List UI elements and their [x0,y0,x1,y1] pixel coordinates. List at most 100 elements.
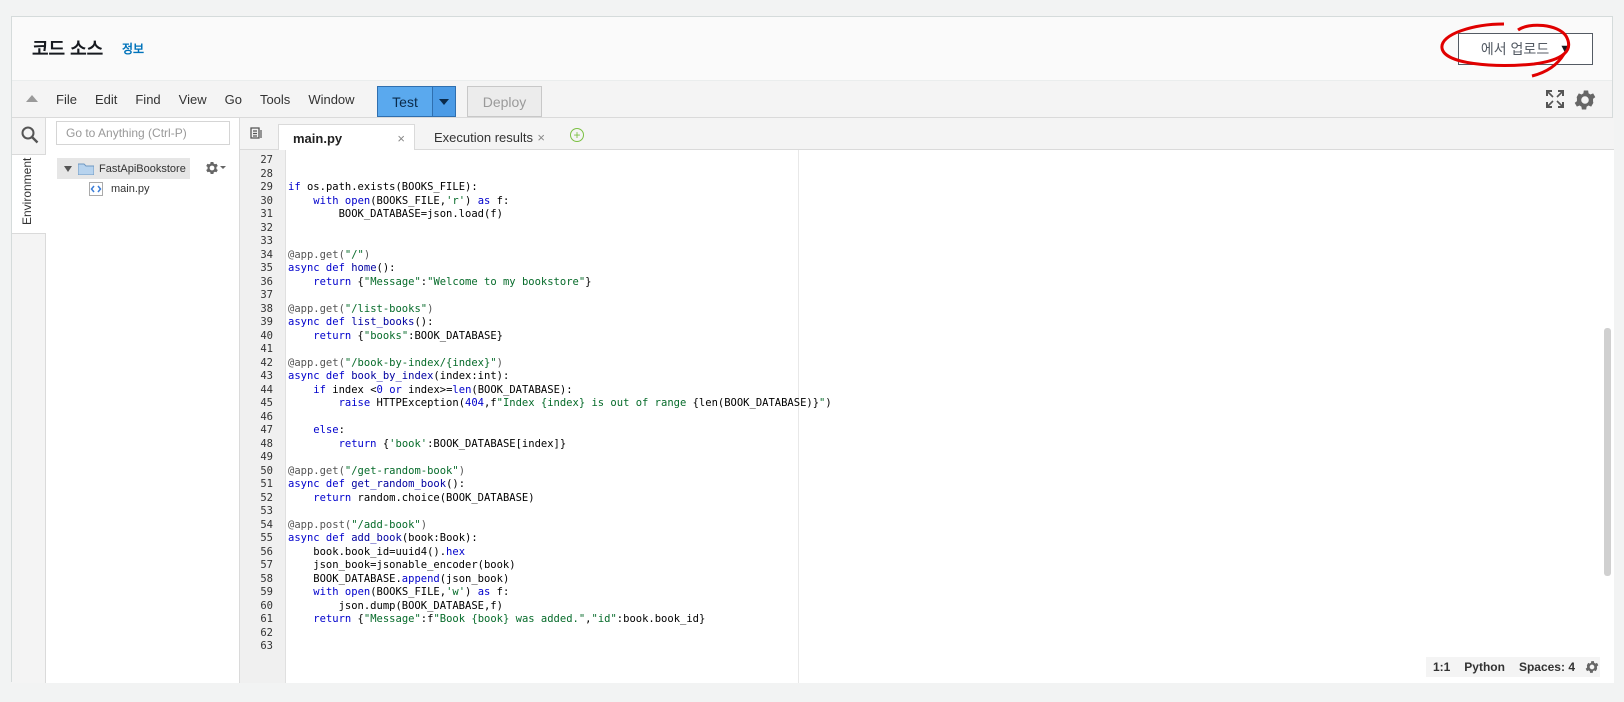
sidebar-strip: Environment [12,118,46,683]
line-number: 42 [260,356,273,369]
code-line[interactable]: 27 [260,154,832,168]
code-line[interactable]: 48 return {'book':BOOK_DATABASE[index]} [260,438,832,452]
code-line[interactable]: 37 [260,289,832,303]
code-token: os.path.exists(BOOKS_FILE): [300,181,478,193]
code-line[interactable]: 56 book.book_id=uuid4().hex [260,546,832,560]
code-token: as [477,194,491,207]
deploy-button[interactable]: Deploy [467,86,542,117]
code-line[interactable]: 32 [260,222,832,236]
vertical-scrollbar[interactable] [1604,328,1611,576]
code-line[interactable]: 41 [260,343,832,357]
menu-item-edit[interactable]: Edit [95,92,126,107]
line-number: 39 [260,316,273,328]
code-token: @app.post( [288,518,352,531]
code-line[interactable]: 51 async def get_random_book(): [260,478,832,492]
code-line[interactable]: 33 [260,235,832,249]
code-line[interactable]: 43 async def book_by_index(index:int): [260,370,832,384]
line-number: 51 [260,478,273,490]
code-line[interactable]: 40 return {"books":BOOK_DATABASE} [260,330,832,344]
code-line[interactable]: 59 with open(BOOKS_FILE,'w') as f: [260,586,832,600]
code-line[interactable]: 29 if os.path.exists(BOOKS_FILE): [260,181,832,195]
menu-item-find[interactable]: Find [135,92,169,107]
code-token: 404 [465,397,484,409]
code-line[interactable]: 44 if index <0 or index>=len(BOOK_DATABA… [260,384,832,398]
code-token: HTTPException( [370,397,466,409]
search-icon[interactable] [21,126,39,144]
code-line[interactable]: 30 with open(BOOKS_FILE,'r') as f: [260,194,832,209]
code-editor[interactable]: 27 28 29 if os.path.exists(BOOKS_FILE): 30 w… [240,150,1614,683]
code-token: list_books [351,316,415,328]
gear-icon[interactable] [1572,87,1598,113]
code-line[interactable]: 63 [260,640,832,654]
test-split-button: Test [377,86,456,117]
code-token: "id" [591,613,617,625]
file-tree-panel: FastApiBookstore main.py [46,118,240,683]
code-line[interactable]: 57 json_book=jsonable_encoder(book) [260,559,832,573]
fullscreen-icon[interactable] [1546,90,1564,108]
go-to-anything-input[interactable] [56,121,230,145]
menu-item-file[interactable]: File [56,92,86,107]
tab-main-py[interactable]: main.py × [278,124,415,151]
code-line[interactable]: 52 return random.choice(BOOK_DATABASE) [260,492,832,506]
code-line[interactable]: 38 @app.get("/list-books") [260,303,832,317]
code-line[interactable]: 35 async def home(): [260,262,832,276]
page-title: 코드 소스 [32,39,104,59]
code-line[interactable]: 53 [260,505,832,519]
language-mode[interactable]: Python [1457,660,1512,674]
code-line[interactable]: 28 [260,168,832,182]
tree-settings-gear-icon[interactable] [204,160,226,176]
environment-tab[interactable]: Environment [12,154,46,234]
tree-root-folder[interactable]: FastApiBookstore [57,158,190,179]
line-number: 49 [260,451,273,463]
line-number: 54 [260,518,273,531]
editor-tabbar: main.py × Execution results × + [240,118,1614,151]
code-token: (book:Book): [401,532,478,544]
info-link[interactable]: 정보 [122,40,144,57]
code-token: ) [420,518,428,531]
line-number: 59 [260,586,273,598]
code-line[interactable]: 50 @app.get("/get-random-book") [260,465,832,479]
tab-list-icon[interactable] [250,127,264,139]
menu-item-view[interactable]: View [179,92,216,107]
add-tab-icon[interactable]: + [570,128,584,142]
code-line[interactable]: 60 json.dump(BOOK_DATABASE,f) [260,600,832,614]
code-line[interactable]: 34 @app.get("/") [260,249,832,263]
tree-file-item[interactable]: main.py [89,182,150,196]
test-dropdown-button[interactable] [433,87,455,116]
code-line[interactable]: 58 BOOK_DATABASE.append(json_book) [260,573,832,587]
code-token: as [477,586,491,598]
expand-toggle-icon[interactable] [64,165,72,172]
indentation-setting[interactable]: Spaces: 4 [1512,660,1582,674]
line-number: 53 [260,505,273,517]
code-line[interactable]: 36 return {"Message":"Welcome to my book… [260,275,832,290]
menu-item-window[interactable]: Window [308,92,363,107]
code-line[interactable]: 42 @app.get("/book-by-index/{index}") [260,357,832,371]
code-line[interactable]: 31 BOOK_DATABASE=json.load(f) [260,208,832,222]
code-token: async def [288,370,345,382]
menu-item-tools[interactable]: Tools [260,92,299,107]
code-line[interactable]: 62 [260,627,832,641]
cursor-position[interactable]: 1:1 [1426,660,1457,674]
tree-file-label: main.py [111,183,150,195]
upload-from-button[interactable]: 에서 업로드 ▼ [1458,33,1593,65]
code-token: async def [288,316,345,328]
code-line[interactable]: 39 async def list_books(): [260,316,832,330]
code-token: return [313,275,352,288]
code-line[interactable]: 54 @app.post("/add-book") [260,518,832,533]
code-line[interactable]: 45 raise HTTPException(404,f"Index {inde… [260,397,831,411]
code-content[interactable]: 27 28 29 if os.path.exists(BOOKS_FILE): 30 w… [260,154,832,654]
menu-item-go[interactable]: Go [225,92,251,107]
code-line[interactable]: 61 return {"Message":f"Book {book} was a… [260,613,832,627]
close-icon[interactable]: × [397,131,405,146]
code-line[interactable]: 46 [260,411,832,425]
collapse-up-icon[interactable] [26,95,38,102]
close-icon[interactable]: × [537,130,545,145]
code-line[interactable]: 47 else: [260,424,832,438]
line-number: 62 [260,626,273,639]
test-button[interactable]: Test [378,87,433,116]
code-token: 'w' [446,586,466,598]
gear-icon[interactable] [1584,659,1600,675]
code-line[interactable]: 49 [260,451,832,465]
code-line[interactable]: 55 async def add_book(book:Book): [260,532,832,546]
tab-execution-results[interactable]: Execution results × [422,124,554,151]
